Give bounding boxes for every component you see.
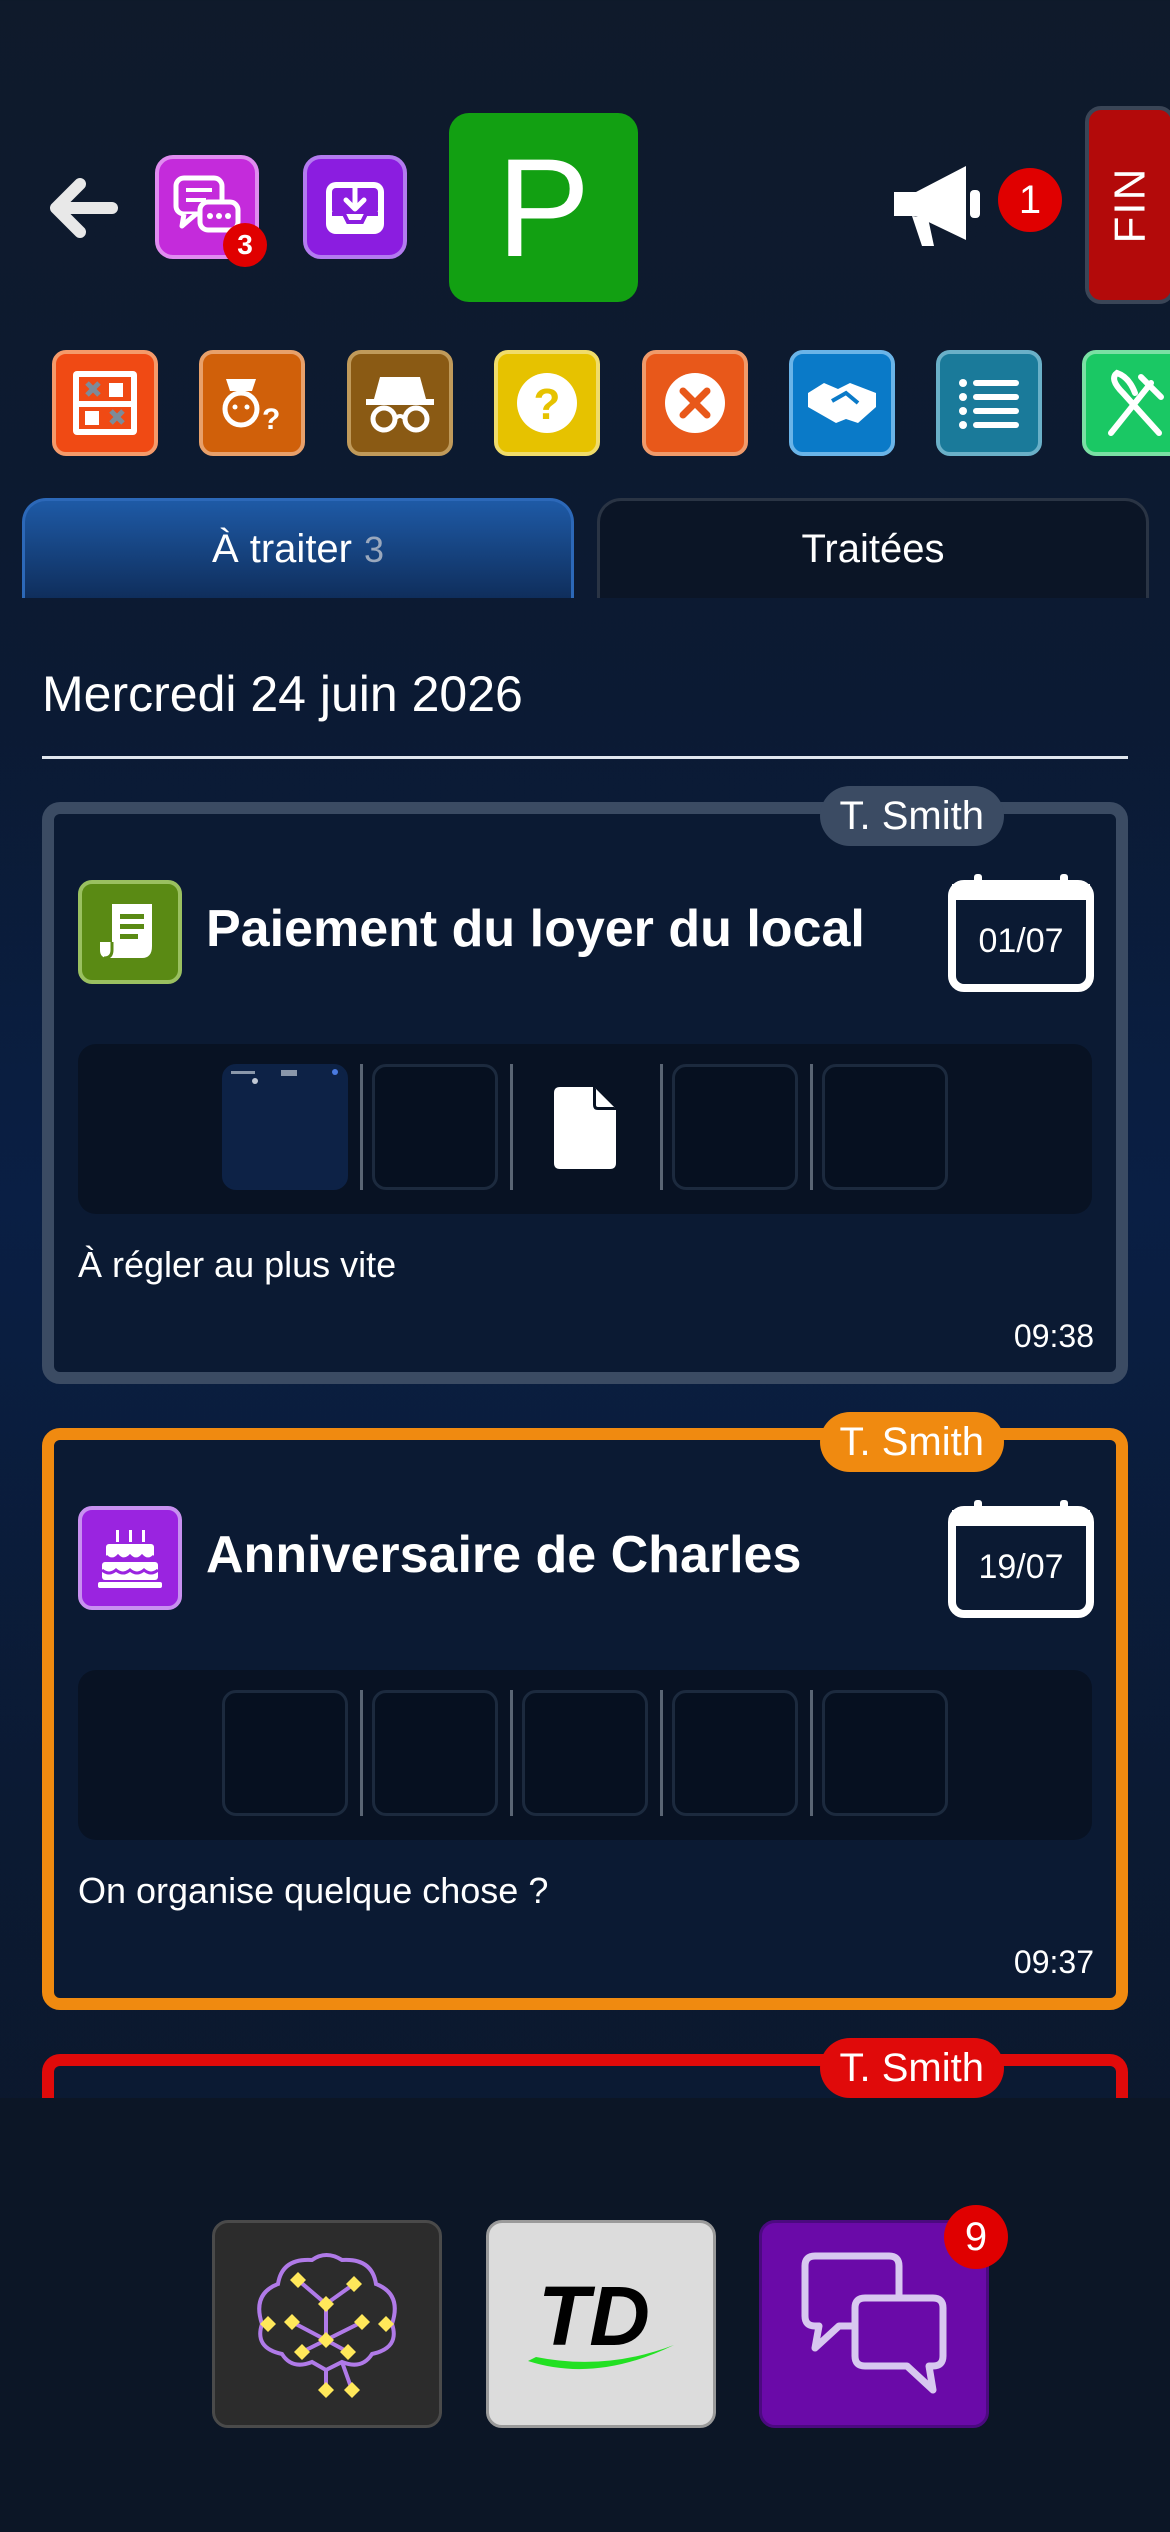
task-time: 09:37 [1013,1944,1094,1980]
owner-tag: T. Smith [819,2038,1004,2098]
tab-processed[interactable]: Traitées [597,498,1149,598]
svg-text:?: ? [262,403,280,436]
td-logo-icon: TD [528,2269,674,2370]
back-button[interactable] [48,178,118,238]
attachment-divider [810,1690,813,1816]
attachment-slot[interactable] [672,1064,798,1190]
task-description: On organise quelque chose ? [78,1870,549,1911]
task-description: À régler au plus vite [78,1244,397,1285]
due-date: 19/07 [978,1548,1064,1586]
receipt-icon [78,880,182,984]
attachment-slot[interactable] [222,1690,348,1816]
task-card[interactable]: T. Smith Paiement du loyer du local 01/0… [42,786,1128,1384]
brain-network-button[interactable] [212,2220,442,2428]
chat-bubbles-icon [801,2252,947,2394]
attachment-divider [660,1690,663,1816]
attachments-strip [78,1044,1092,1214]
cutlery-icon[interactable] [1082,350,1170,456]
attachment-divider [810,1064,813,1190]
svg-text:TD: TD [538,2269,650,2363]
birthday-cake-icon [78,1506,182,1610]
date-divider [42,756,1128,759]
end-shift-button[interactable]: FIN [1085,106,1170,304]
person-question-icon[interactable]: ? [199,350,305,456]
attachment-divider [510,1690,513,1816]
owner-tag: T. Smith [819,1412,1004,1472]
parking-button[interactable]: P [449,113,638,302]
tab-to-process-label: À traiter [211,527,352,571]
task-title: Paiement du loyer du local [206,900,865,958]
inbox-button[interactable] [303,155,407,259]
discussions-badge: 3 [223,223,267,267]
attachment-slot[interactable] [372,1690,498,1816]
attachment-slot[interactable] [522,1690,648,1816]
incognito-icon[interactable] [347,350,453,456]
handshake-icon[interactable] [789,350,895,456]
help-icon[interactable]: ? [494,350,600,456]
date-heading: Mercredi 24 juin 2026 [42,666,523,722]
attachment-divider [510,1064,513,1190]
cancel-icon[interactable] [642,350,748,456]
messages-button[interactable]: 9 [759,2205,1008,2428]
messages-badge: 9 [944,2205,1008,2269]
svg-text:?: ? [534,380,561,429]
attachment-document[interactable] [522,1064,648,1190]
task-title: Anniversaire de Charles [206,1526,802,1584]
attachment-slot[interactable] [822,1064,948,1190]
tab-to-process-count: 3 [364,528,385,570]
due-date-calendar[interactable]: 01/07 [948,872,1094,992]
td-app-button[interactable]: TD [486,2220,716,2428]
back-arrow-icon [50,178,118,238]
attachment-thumbnail[interactable] [222,1064,348,1190]
owner-tag: T. Smith [819,786,1004,846]
tab-to-process[interactable]: À traiter 3 [22,498,574,598]
shelf-broken-icon[interactable] [52,350,158,456]
attachment-divider [360,1690,363,1816]
due-date-calendar[interactable]: 19/07 [948,1498,1094,1618]
discussions-button[interactable]: 3 [155,155,267,267]
task-card[interactable]: T. Smith Anniversaire de Charles 19/07 O… [42,1412,1128,2010]
due-date: 01/07 [978,922,1064,960]
brain-network-icon [257,2253,397,2398]
attachment-slot[interactable] [822,1690,948,1816]
attachments-strip [78,1670,1092,1840]
attachment-slot[interactable] [672,1690,798,1816]
attachment-divider [660,1064,663,1190]
attachment-slot[interactable] [372,1064,498,1190]
announcements-button[interactable]: 1 [886,150,1062,260]
tab-processed-label: Traitées [801,527,945,571]
document-icon [554,1087,616,1169]
inbox-download-icon [326,182,384,234]
megaphone-icon [894,166,980,246]
list-icon[interactable] [936,350,1042,456]
task-time: 09:38 [1013,1318,1094,1354]
attachment-divider [360,1064,363,1190]
end-shift-label: FIN [1104,166,1154,244]
announcements-badge: 1 [998,168,1062,232]
